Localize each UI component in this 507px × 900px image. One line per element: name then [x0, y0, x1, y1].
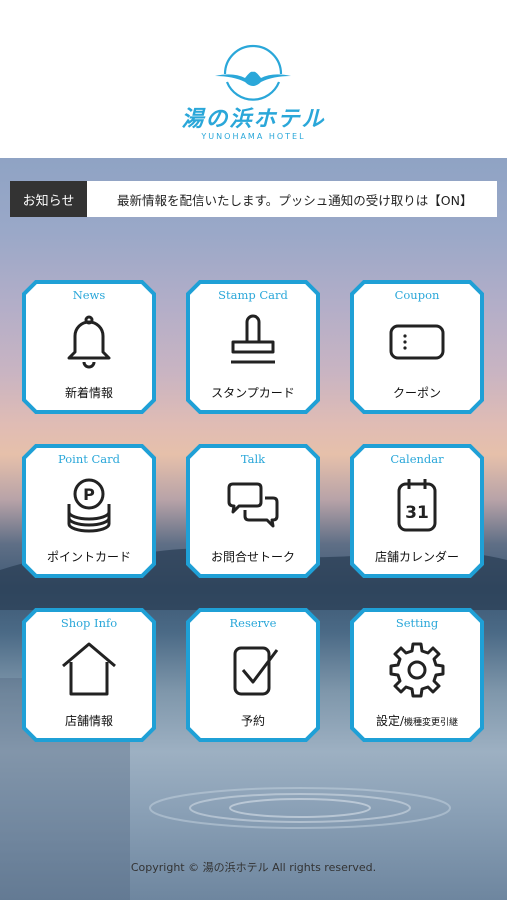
- calendar-day-number: 31: [405, 503, 429, 523]
- tile-label-jp: お問合せトーク: [210, 550, 295, 564]
- tile-label-en: Talk: [240, 452, 266, 466]
- tile-label-jp: クーポン: [392, 386, 441, 400]
- tile-label-en: Calendar: [390, 452, 444, 466]
- tile-label-jp: 店舗カレンダー: [374, 550, 459, 564]
- svg-text:P: P: [83, 485, 95, 504]
- tile-label-jp: スタンプカード: [211, 386, 295, 400]
- menu-tile-calendar[interactable]: Calendar 31 店舗カレンダー: [350, 444, 484, 578]
- notice-ticker[interactable]: お知らせ 最新情報を配信いたします。プッシュ通知の受け取りは【ON】: [10, 181, 497, 217]
- tile-label-en: Coupon: [394, 288, 440, 302]
- tile-label-jp: 予約: [240, 714, 265, 728]
- menu-tile-talk[interactable]: Talk お問合せトーク: [186, 444, 320, 578]
- menu-tile-setting[interactable]: Setting 設定/機種変更引継: [350, 608, 484, 742]
- menu-tile-coupon[interactable]: Coupon クーポン: [350, 280, 484, 414]
- tile-label-jp: 新着情報: [64, 386, 113, 400]
- notice-label: お知らせ: [10, 181, 87, 217]
- tile-label-en: Reserve: [229, 616, 277, 630]
- tile-label-jp: 設定/機種変更引継: [375, 714, 459, 728]
- app-header: 湯の浜ホテル YUNOHAMA HOTEL: [0, 0, 507, 158]
- stamp-icon: [231, 314, 275, 364]
- chat-bubbles-icon: [227, 482, 279, 528]
- logo-text-jp: 湯の浜ホテル: [181, 106, 326, 132]
- logo-text-en: YUNOHAMA HOTEL: [201, 132, 306, 141]
- copyright-text: Copyright © 湯の浜ホテル All rights reserved.: [130, 861, 377, 874]
- calendar-icon: 31: [397, 479, 437, 532]
- seagull-logo-icon: [215, 44, 291, 101]
- menu-tile-stamp-card[interactable]: Stamp Card スタンプカード: [186, 280, 320, 414]
- tile-label-jp: ポイントカード: [46, 550, 131, 564]
- coupon-ticket-icon: [389, 324, 445, 360]
- tile-label-en: Stamp Card: [218, 288, 288, 302]
- house-icon: [62, 642, 116, 696]
- menu-tile-shop-info[interactable]: Shop Info 店舗情報: [22, 608, 156, 742]
- coin-stack-icon: P: [67, 478, 111, 533]
- tile-label-en: Shop Info: [60, 616, 118, 630]
- menu-tile-reserve[interactable]: Reserve 予約: [186, 608, 320, 742]
- tile-label-jp: 店舗情報: [64, 714, 113, 728]
- tile-label-en: News: [72, 288, 106, 302]
- menu-tile-news[interactable]: News 新着情報: [22, 280, 156, 414]
- gear-icon: [389, 642, 445, 698]
- menu-tile-point-card[interactable]: Point Card P ポイントカード: [22, 444, 156, 578]
- hotel-logo: 湯の浜ホテル YUNOHAMA HOTEL: [0, 0, 507, 158]
- notice-text: 最新情報を配信いたします。プッシュ通知の受け取りは【ON】: [117, 192, 473, 208]
- tile-label-en: Setting: [395, 616, 439, 630]
- tile-label-en: Point Card: [57, 452, 121, 466]
- bell-icon: [67, 315, 111, 369]
- checkbox-icon: [233, 646, 279, 696]
